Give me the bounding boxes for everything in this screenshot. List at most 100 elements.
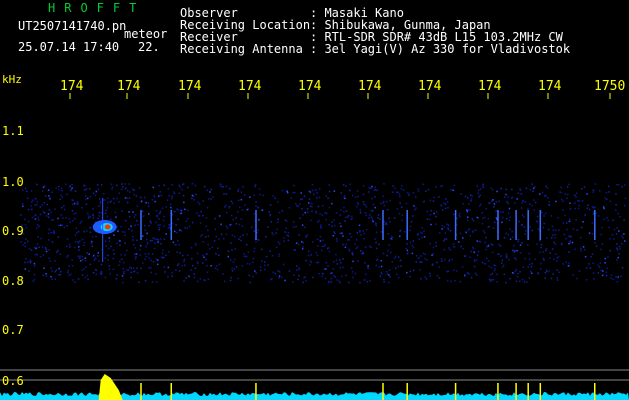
noise-dot [348, 248, 350, 251]
noise-dot [203, 279, 205, 281]
noise-dot [333, 275, 335, 277]
noise-dot [544, 212, 547, 215]
noise-dot [591, 253, 594, 255]
noise-dot [36, 223, 39, 226]
noise-dot [158, 184, 160, 187]
noise-dot [295, 225, 297, 228]
noise-dot [127, 201, 129, 204]
noise-dot [79, 240, 81, 242]
noise-dot [581, 226, 583, 229]
noise-dot [20, 241, 22, 243]
noise-dot [543, 215, 545, 217]
noise-dot [124, 242, 126, 244]
noise-dot [100, 263, 103, 266]
noise-dot [34, 218, 37, 220]
noise-dot [547, 197, 549, 199]
noise-dot [132, 188, 134, 191]
noise-dot [412, 246, 415, 249]
noise-dot [342, 258, 344, 260]
noise-dot [295, 203, 297, 205]
noise-dot [506, 200, 508, 203]
noise-dot [254, 270, 256, 272]
noise-dot [398, 212, 401, 215]
noise-dot [412, 215, 414, 217]
noise-dot [191, 194, 194, 197]
noise-dot [265, 255, 268, 258]
noise-dot [355, 247, 358, 250]
noise-dot [286, 191, 289, 194]
noise-dot [464, 231, 467, 233]
noise-dot [324, 277, 327, 280]
noise-dot [225, 204, 227, 207]
noise-dot [152, 186, 154, 189]
noise-dot [342, 235, 344, 237]
noise-dot [171, 184, 173, 186]
noise-dot [520, 207, 523, 209]
noise-dot [149, 220, 152, 223]
noise-dot [352, 260, 354, 263]
noise-dot [537, 272, 539, 274]
noise-dot [86, 274, 89, 277]
noise-dot [45, 248, 47, 250]
freq-tick-label: 1.1 [2, 124, 24, 138]
noise-dot [339, 267, 342, 269]
noise-dot [54, 208, 56, 210]
noise-dot [521, 278, 524, 281]
noise-dot [72, 199, 74, 202]
noise-dot [575, 219, 577, 221]
bottom-peak [98, 374, 123, 400]
noise-dot [72, 279, 74, 281]
noise-dot [85, 266, 87, 268]
noise-dot [48, 257, 50, 260]
noise-dot [411, 252, 414, 255]
noise-dot [158, 212, 160, 215]
noise-dot [522, 266, 525, 268]
noise-dot [229, 187, 231, 190]
noise-dot [71, 259, 73, 261]
noise-dot [246, 208, 249, 211]
noise-dot [444, 258, 446, 261]
noise-dot [565, 237, 567, 240]
noise-dot [316, 261, 318, 264]
noise-dot [48, 209, 51, 211]
noise-dot [124, 197, 127, 199]
noise-dot [65, 217, 67, 219]
noise-dot [89, 196, 92, 198]
noise-dot [20, 214, 22, 216]
noise-dot [528, 277, 530, 279]
noise-dot [38, 246, 41, 248]
noise-dot [317, 205, 320, 208]
noise-dot [120, 253, 122, 256]
noise-dot [364, 273, 367, 275]
noise-dot [390, 251, 392, 254]
noise-dot [567, 193, 569, 196]
noise-dot [66, 193, 68, 196]
noise-dot [83, 244, 85, 247]
noise-dot [92, 272, 95, 274]
noise-dot [315, 251, 318, 254]
noise-dot [48, 195, 50, 197]
noise-dot [430, 223, 432, 226]
noise-dot [24, 218, 26, 221]
noise-dot [399, 195, 401, 198]
noise-dot [493, 264, 495, 266]
noise-dot [509, 216, 511, 219]
noise-dot [45, 195, 47, 197]
noise-dot [196, 280, 199, 283]
noise-dot [372, 209, 374, 212]
noise-dot [150, 271, 152, 274]
noise-dot [441, 258, 443, 260]
noise-dot [243, 194, 246, 196]
noise-dot [292, 191, 294, 194]
noise-dot [500, 255, 502, 257]
noise-dot [386, 208, 389, 211]
noise-dot [61, 207, 63, 209]
noise-dot [569, 241, 571, 243]
noise-dot [134, 224, 136, 226]
noise-dot [104, 276, 107, 279]
noise-dot [527, 244, 529, 246]
noise-dot [474, 229, 477, 232]
noise-dot [309, 191, 311, 193]
noise-dot [176, 208, 178, 210]
noise-dot [371, 219, 374, 221]
